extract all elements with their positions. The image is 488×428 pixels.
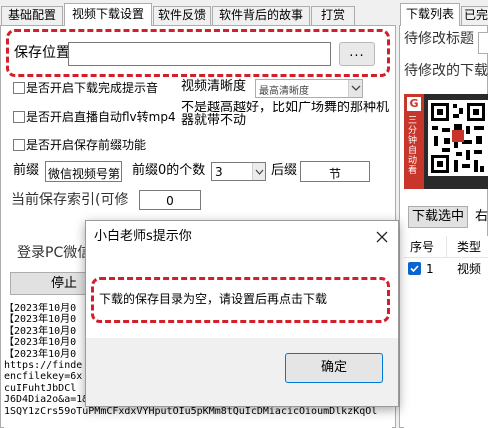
checkmark-icon	[410, 265, 419, 273]
prefix-zero-count-value: 3	[215, 165, 223, 179]
qr-code-image: G 三分钟自动看	[404, 94, 488, 189]
clarity-select[interactable]: 最高清晰度	[255, 79, 363, 98]
clarity-label: 视频清晰度	[181, 79, 247, 94]
col-index-header[interactable]: 序号	[410, 239, 434, 255]
row-checkbox[interactable]	[408, 262, 421, 275]
pending-title-label: 待修改标题	[404, 31, 474, 47]
g-logo-icon: G	[407, 97, 421, 111]
save-index-label: 当前保存索引(可修	[11, 192, 129, 208]
save-index-value: 0	[166, 194, 174, 208]
ok-button[interactable]: 确定	[285, 353, 383, 383]
message-dialog: 小白老师s提示你 下载的保存目录为空，请设置后再点击下载 确定	[85, 220, 399, 407]
clarity-dropdown-arrow[interactable]	[348, 80, 362, 97]
tab-completed[interactable]: 已完	[461, 6, 488, 25]
log-line: 1SQY1zCrs59oTuPMmCFxdxVYHputOIu5pKMm8tQu…	[4, 405, 378, 417]
prefix-input-value: 微信视频号第	[48, 167, 121, 181]
prefix-label: 前缀	[13, 163, 40, 178]
chevron-down-icon	[255, 169, 264, 175]
browse-label: ...	[349, 45, 365, 60]
save-location-input[interactable]	[68, 42, 331, 66]
clarity-hint: 不是越高越好，比如广场舞的那种机器就带不动	[181, 101, 390, 127]
live-flv-to-mp4-label: 是否开启直播自动flv转mp4	[26, 110, 176, 124]
col-type-header[interactable]: 类型	[457, 239, 481, 255]
prefix-enabled-label: 是否开启保存前缀功能	[26, 138, 147, 152]
chevron-down-icon	[351, 85, 361, 91]
download-done-sound-label: 是否开启下载完成提示音	[26, 81, 159, 95]
clarity-select-value: 最高清晰度	[259, 86, 309, 97]
table-row[interactable]: 1 视频	[404, 259, 488, 277]
download-selected-button[interactable]: 下载选中	[408, 206, 468, 228]
suffix-label: 后缀	[271, 163, 298, 178]
download-tab-bar: 下载列表 已完	[400, 0, 488, 26]
prefix-enabled-checkbox[interactable]	[13, 139, 25, 151]
live-flv-to-mp4-checkbox[interactable]	[13, 111, 25, 123]
prefix-input[interactable]: 微信视频号第	[45, 161, 122, 182]
tab-feedback[interactable]: 软件反馈	[153, 6, 211, 25]
prefix-zero-count-label: 前缀0的个数	[132, 163, 206, 178]
tab-download-list[interactable]: 下载列表	[400, 3, 460, 26]
tab-video-download-settings[interactable]: 视频下载设置	[64, 3, 152, 26]
stop-button[interactable]: 停止软	[10, 272, 88, 295]
login-pc-wechat-label: 登录PC微信	[17, 245, 92, 261]
qr-code-icon	[428, 100, 488, 176]
pending-title-input[interactable]	[478, 32, 488, 54]
save-location-label: 保存位置	[14, 45, 70, 61]
tab-donate[interactable]: 打赏	[311, 6, 355, 25]
dialog-message: 下载的保存目录为空，请设置后再点击下载	[99, 292, 328, 306]
qr-side-text: 三分钟自动看	[408, 116, 418, 176]
download-list: 序号 类型 1 视频	[404, 236, 488, 428]
list-header: 序号 类型	[404, 236, 488, 258]
dialog-footer: 确定	[86, 338, 398, 406]
column-divider	[446, 236, 447, 258]
settings-tab-bar: 基础配置 视频下载设置 软件反馈 软件背后的故事 打赏	[0, 0, 393, 26]
dialog-title: 小白老师s提示你	[94, 229, 192, 244]
suffix-input[interactable]: 节	[300, 161, 370, 182]
suffix-input-value: 节	[328, 167, 341, 181]
dialog-close-button[interactable]	[372, 227, 392, 247]
close-icon	[376, 231, 388, 243]
tab-basic-config[interactable]: 基础配置	[1, 6, 63, 25]
row-type: 视频	[457, 262, 482, 276]
row-index: 1	[426, 262, 434, 276]
pending-download-label: 待修改的下载	[404, 63, 488, 79]
right-label: 右	[475, 209, 488, 224]
tab-story[interactable]: 软件背后的故事	[212, 6, 310, 25]
dialog-title-bar: 小白老师s提示你	[86, 221, 398, 253]
download-done-sound-checkbox[interactable]	[13, 82, 25, 94]
prefix-zero-count-spinner[interactable]: 3	[211, 162, 266, 181]
qr-side-banner: G 三分钟自动看	[404, 94, 424, 189]
spinner-arrows[interactable]	[252, 163, 265, 180]
save-index-input[interactable]: 0	[139, 190, 201, 210]
browse-folder-button[interactable]: ...	[339, 42, 375, 66]
